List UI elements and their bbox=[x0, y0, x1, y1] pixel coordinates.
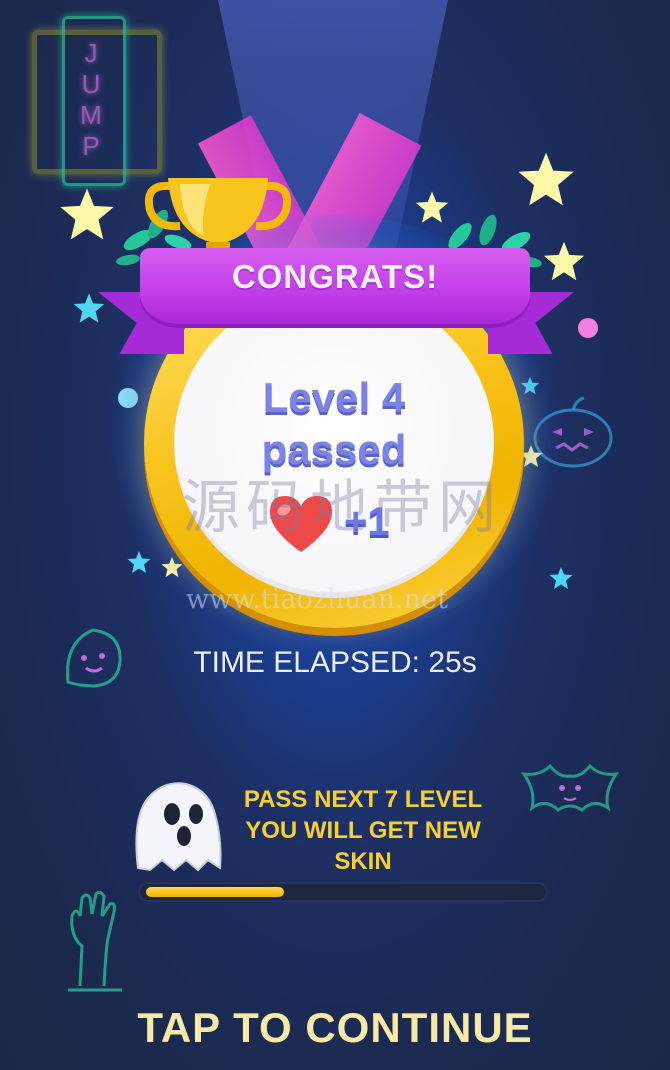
ghost-skin-icon bbox=[135, 782, 222, 872]
skin-message-line: PASS NEXT 7 LEVEL bbox=[243, 786, 483, 813]
neon-zombie-hand-icon bbox=[68, 890, 122, 992]
skin-message-line: SKIN bbox=[334, 848, 392, 875]
star-icon bbox=[549, 567, 573, 589]
watermark-text: 源码地带网 bbox=[182, 473, 503, 541]
sparkle-dot bbox=[578, 318, 598, 338]
next-skin-message: PASS NEXT 7 LEVEL YOU WILL GET NEW SKIN bbox=[222, 784, 504, 877]
star-icon bbox=[73, 293, 105, 323]
skin-message-line: YOU WILL GET NEW bbox=[245, 817, 481, 844]
neon-sign-letter: M bbox=[80, 100, 102, 130]
neon-sign-letter: J bbox=[84, 38, 98, 68]
watermark-url: www.tiaozhuan.net bbox=[186, 584, 448, 615]
neon-sign-letter: U bbox=[81, 69, 101, 99]
neon-sign-letter: P bbox=[82, 131, 100, 161]
tap-to-continue-button[interactable]: TAP TO CONTINUE bbox=[0, 1004, 670, 1052]
neon-sign-text: JUMP bbox=[78, 38, 104, 162]
neon-bat-icon bbox=[520, 763, 620, 812]
level-line: Level 4 bbox=[262, 374, 406, 421]
skin-progress-fill bbox=[146, 887, 284, 897]
congrats-banner-text: CONGRATS! bbox=[231, 258, 439, 295]
time-elapsed: TIME ELAPSED: 25s bbox=[193, 646, 477, 679]
